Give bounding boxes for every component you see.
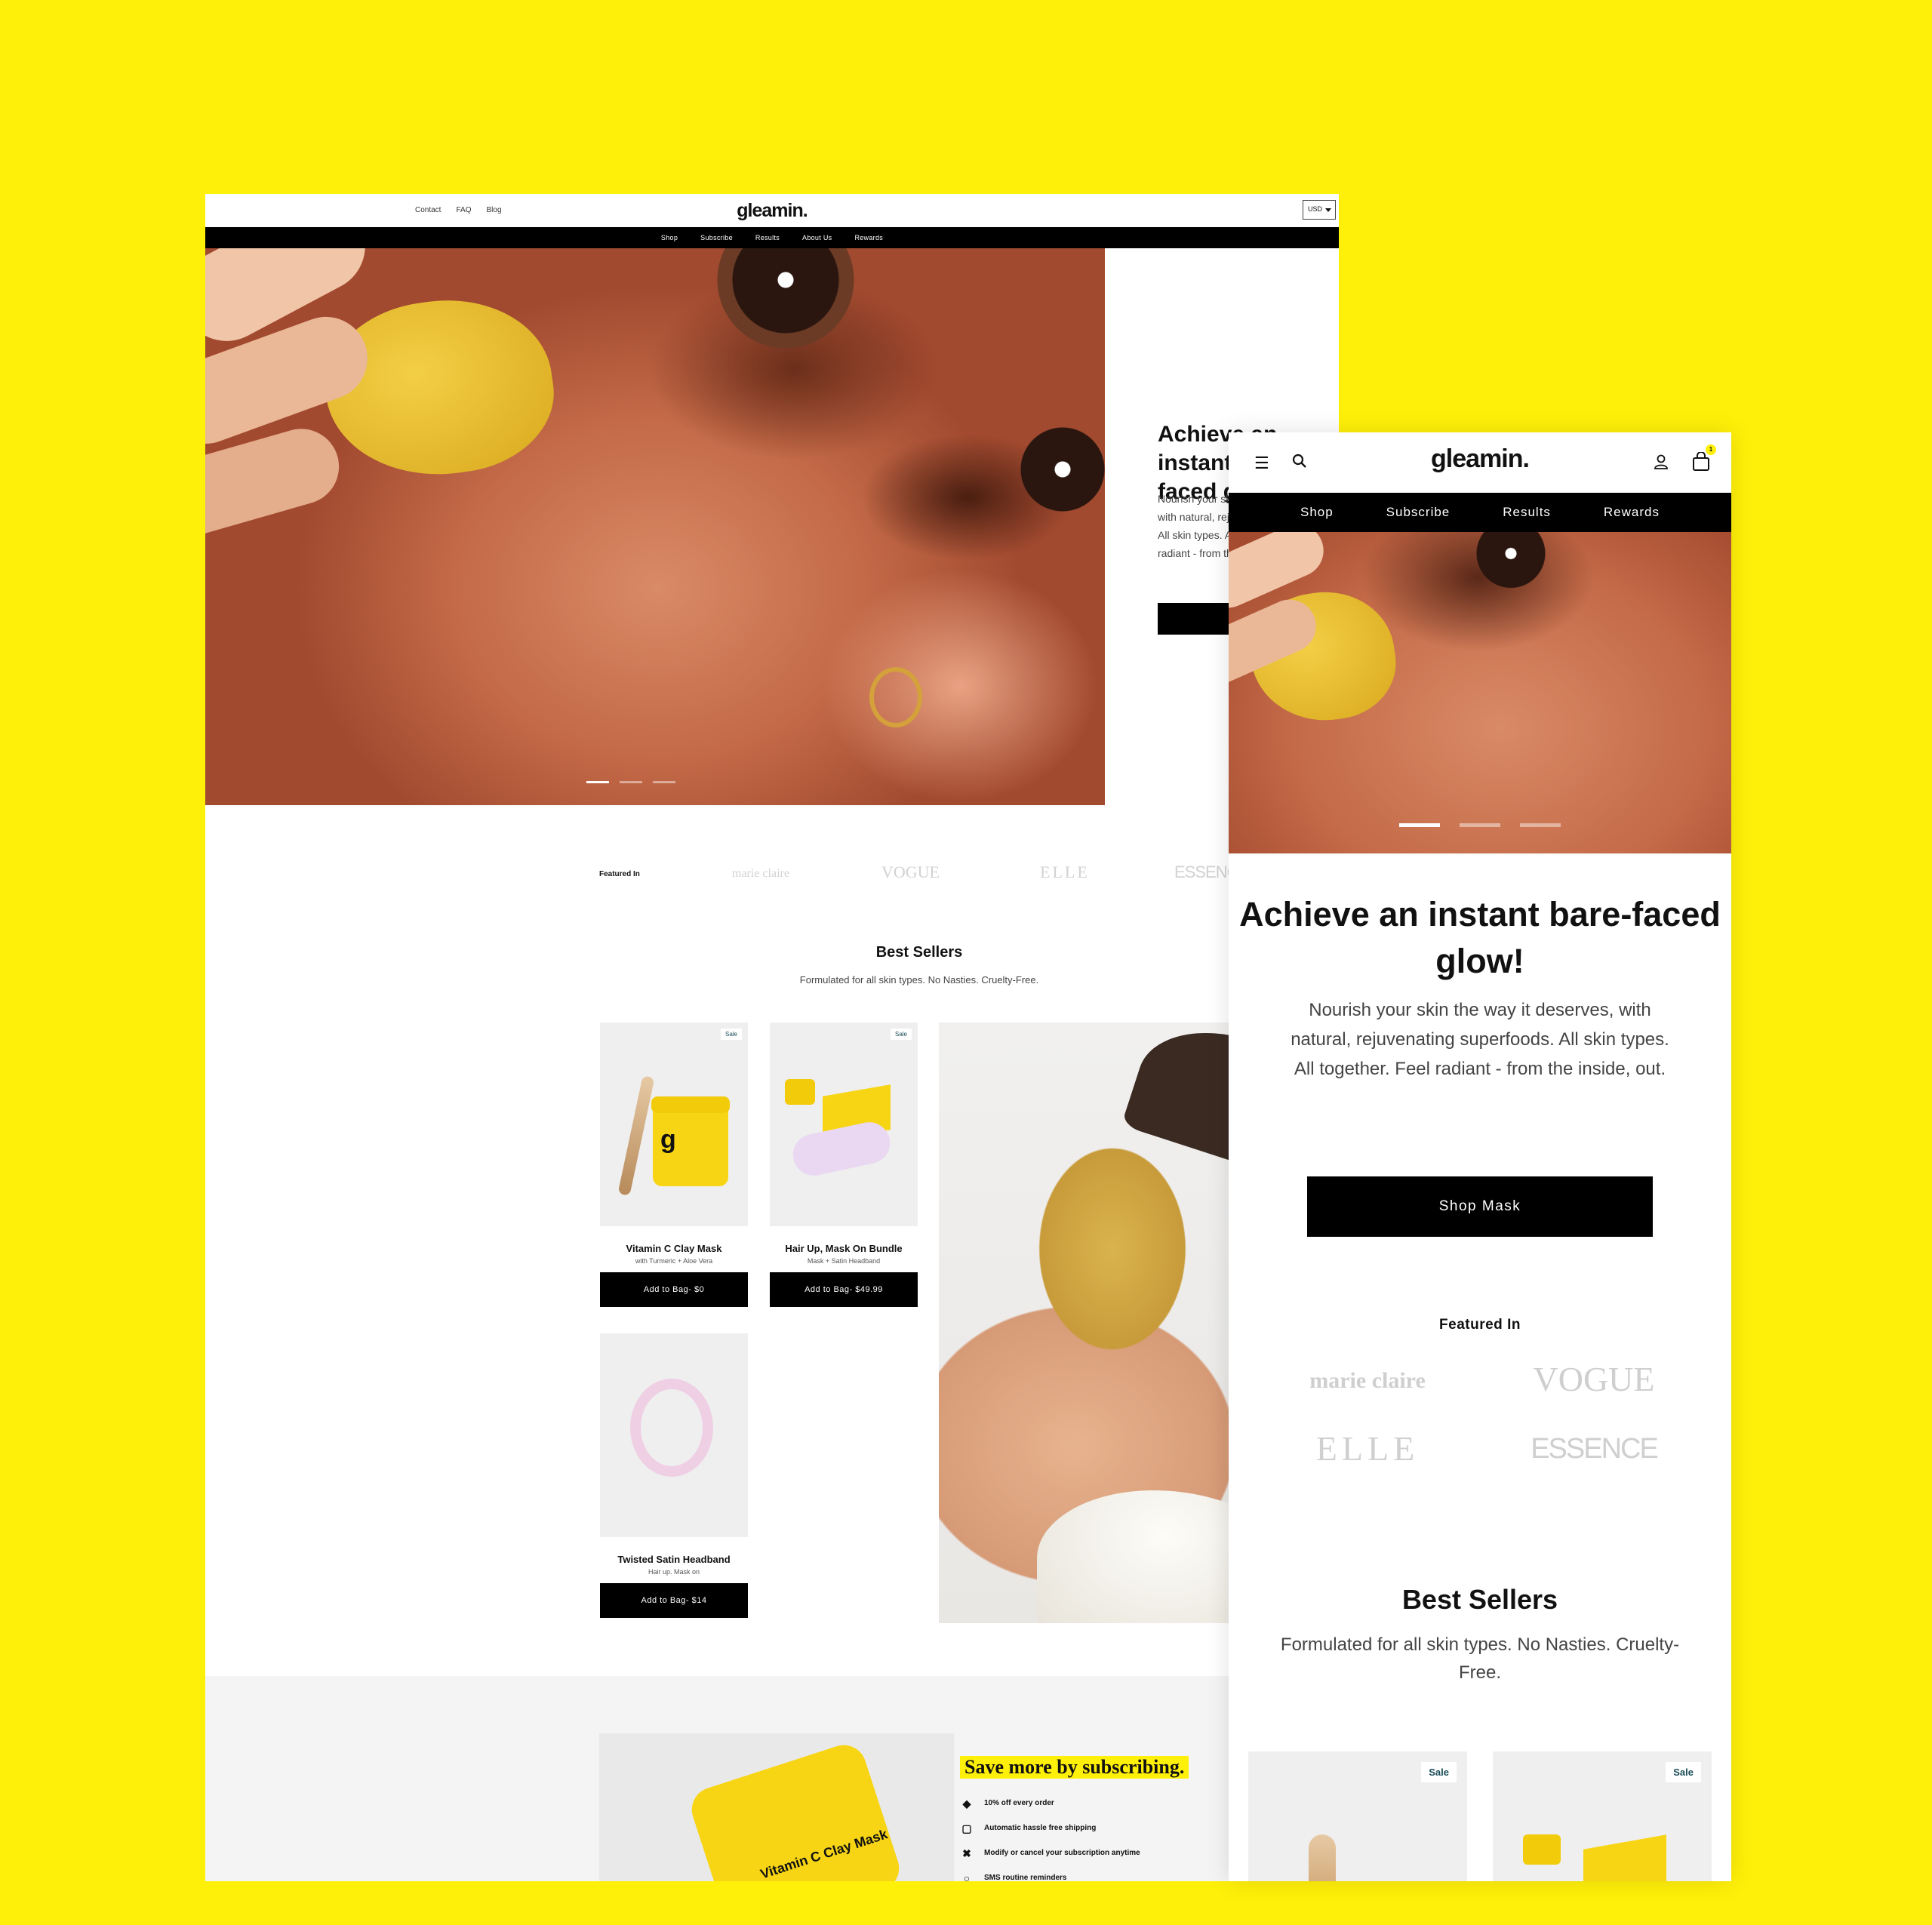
- desktop-logo[interactable]: gleamin.: [205, 200, 1339, 222]
- subscribe-product-image: Vitamin C Clay Mask: [599, 1733, 954, 1881]
- satin-headband: [789, 1118, 894, 1179]
- bag-count-badge: 1: [1706, 444, 1716, 455]
- carousel-dot-2[interactable]: [1460, 823, 1500, 827]
- nav-item-about-us[interactable]: About Us: [802, 234, 832, 241]
- benefit-item: ○ SMS routine reminders: [960, 1865, 1140, 1882]
- desktop-main-nav: Shop Subscribe Results About Us Rewards: [205, 227, 1339, 248]
- desktop-mockup: Contact FAQ Blog gleamin. USD Shop Subsc…: [205, 194, 1339, 1881]
- product-subtitle: Hair up. Mask on: [648, 1568, 700, 1576]
- mobile-mockup: ☰ gleamin. 1 Shop Subscribe Results Rewa…: [1229, 432, 1731, 1881]
- mobile-hero-image: [1229, 532, 1731, 853]
- product-name[interactable]: Twisted Satin Headband: [600, 1554, 748, 1565]
- brush: [617, 1075, 655, 1196]
- subscribe-title: Save more by subscribing.: [960, 1756, 1189, 1779]
- product-subtitle: Mask + Satin Headband: [807, 1257, 881, 1265]
- product-name[interactable]: Hair Up, Mask On Bundle: [770, 1243, 918, 1254]
- product-image[interactable]: [600, 1333, 748, 1537]
- chevron-down-icon: [1325, 208, 1331, 212]
- mask-jar: g: [651, 1096, 730, 1186]
- carousel-dot-1[interactable]: [586, 781, 609, 783]
- mask-jar: [1523, 1834, 1561, 1865]
- nav-item-rewards[interactable]: Rewards: [1604, 505, 1660, 520]
- g-logo-icon: g: [660, 1125, 676, 1154]
- currency-select[interactable]: USD: [1303, 200, 1336, 220]
- carousel-dot-3[interactable]: [653, 781, 675, 783]
- eye: [990, 422, 1105, 527]
- product-card[interactable]: Twisted Satin Headband Hair up. Mask on …: [600, 1333, 748, 1618]
- mobile-hero-body: Nourish your skin the way it deserves, w…: [1291, 1000, 1669, 1079]
- add-to-bag-button[interactable]: Add to Bag- $0: [600, 1272, 748, 1307]
- add-to-bag-button[interactable]: Add to Bag- $49.99: [770, 1272, 918, 1307]
- benefit-item: ✖ Modify or cancel your subscription anyt…: [960, 1840, 1140, 1865]
- shopping-bag-icon[interactable]: 1: [1692, 444, 1716, 472]
- eye: [1395, 532, 1606, 607]
- product-card[interactable]: Sale: [1248, 1751, 1467, 1881]
- benefit-item: ▢ Automatic hassle free shipping: [960, 1816, 1140, 1840]
- press-logo-vogue: VOGUE: [881, 863, 940, 881]
- product-card[interactable]: Sale Hair Up, Mask On Bundle Mask + Sati…: [770, 1022, 918, 1307]
- product-card[interactable]: g Sale Vitamin C Clay Mask with Turmeric…: [600, 1022, 748, 1307]
- chat-icon: ○: [963, 1871, 971, 1882]
- mobile-featured-label: Featured In: [1439, 1317, 1521, 1333]
- sale-badge: Sale: [720, 1029, 742, 1040]
- product-image[interactable]: Sale: [770, 1022, 918, 1226]
- press-logo-marie-claire: marie claire: [1309, 1368, 1426, 1393]
- sale-badge: Sale: [890, 1029, 912, 1040]
- carousel-dot-2[interactable]: [620, 781, 642, 783]
- product-subtitle: with Turmeric + Aloe Vera: [635, 1257, 713, 1265]
- shuffle-icon: ✖: [962, 1847, 971, 1859]
- subscribe-benefits: ◆ 10% off every order ▢ Automatic hassle f…: [960, 1791, 1140, 1882]
- nav-item-results[interactable]: Results: [1503, 505, 1551, 520]
- carousel-dot-3[interactable]: [1520, 823, 1561, 827]
- tag-icon: ◆: [962, 1797, 971, 1810]
- nav-item-shop[interactable]: Shop: [661, 234, 678, 241]
- press-logo-marie-claire: marie claire: [732, 867, 789, 880]
- benefit-text: 10% off every order: [984, 1799, 1054, 1807]
- mobile-header: ☰ gleamin. 1: [1229, 432, 1731, 493]
- benefit-text: Automatic hassle free shipping: [984, 1824, 1097, 1832]
- box-icon: ▢: [961, 1822, 972, 1834]
- desktop-best-sellers-subtitle: Formulated for all skin types. No Nastie…: [799, 974, 1039, 986]
- desktop-featured-label: Featured In: [599, 870, 640, 878]
- product-image[interactable]: g Sale: [600, 1022, 748, 1226]
- mobile-main-nav: Shop Subscribe Results Rewards: [1229, 493, 1731, 532]
- nav-item-subscribe[interactable]: Subscribe: [700, 234, 733, 241]
- brush: [1309, 1834, 1336, 1881]
- benefit-text: SMS routine reminders: [984, 1874, 1067, 1881]
- product-name[interactable]: Vitamin C Clay Mask: [600, 1243, 748, 1254]
- headband: [630, 1379, 713, 1477]
- hero-carousel-dots: [1399, 823, 1561, 827]
- benefit-text: Modify or cancel your subscription anyti…: [984, 1849, 1140, 1857]
- nav-item-results[interactable]: Results: [755, 234, 780, 241]
- nav-item-subscribe[interactable]: Subscribe: [1386, 505, 1451, 520]
- eye: [628, 248, 915, 354]
- product-card[interactable]: Sale: [1493, 1751, 1712, 1881]
- add-to-bag-button[interactable]: Add to Bag- $14: [600, 1583, 748, 1618]
- press-logo-essence: ESSENCE: [1531, 1433, 1659, 1465]
- desktop-top-bar: Contact FAQ Blog gleamin. USD: [205, 194, 1339, 227]
- sale-badge: Sale: [1421, 1762, 1457, 1782]
- nav-item-rewards[interactable]: Rewards: [854, 234, 883, 241]
- user-icon[interactable]: [1653, 454, 1669, 470]
- product-box: [1583, 1834, 1666, 1881]
- desktop-hero-image: [205, 248, 1105, 805]
- mobile-best-sellers-title: Best Sellers: [1401, 1584, 1558, 1615]
- sale-badge: Sale: [1666, 1762, 1701, 1782]
- carousel-dot-1[interactable]: [1399, 823, 1440, 827]
- shop-mask-button[interactable]: Shop Mask: [1307, 1176, 1653, 1237]
- bag-shape: [1693, 451, 1709, 471]
- nav-item-shop[interactable]: Shop: [1300, 505, 1334, 520]
- hero-carousel-dots: [586, 781, 675, 783]
- mobile-hero-heading: Achieve an instant bare-faced glow!: [1239, 895, 1721, 980]
- press-logo-elle: ELLE: [1040, 863, 1090, 881]
- nose-ring: [869, 667, 922, 727]
- currency-value: USD: [1308, 205, 1323, 213]
- mobile-best-sellers-subtitle: Formulated for all skin types. No Nastie…: [1280, 1634, 1680, 1683]
- mask-jar: [785, 1079, 815, 1105]
- press-logo-elle: ELLE: [1315, 1429, 1420, 1468]
- benefit-item: ◆ 10% off every order: [960, 1791, 1140, 1816]
- desktop-best-sellers-title: Best Sellers: [875, 944, 963, 961]
- press-logo-vogue: VOGUE: [1533, 1360, 1655, 1398]
